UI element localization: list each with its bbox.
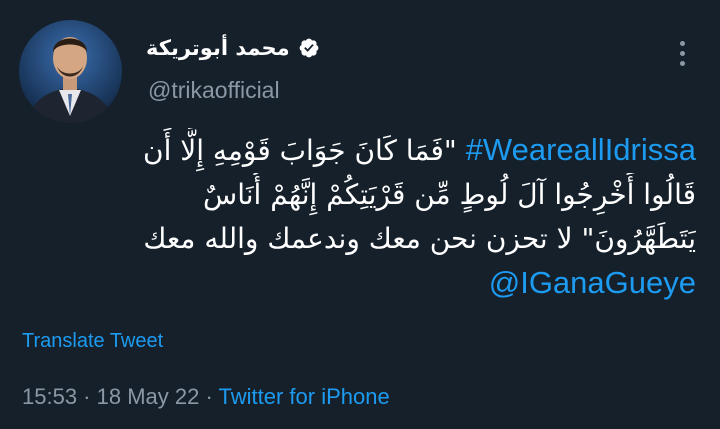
tweet-text-line-1: "فَمَا كَانَ جَوَابَ قَوْمِهِ إِلَّا أَن: [143, 134, 457, 167]
tweet-time[interactable]: 15:53: [22, 384, 77, 409]
tweet-text: #WeareallIdrissa "فَمَا كَانَ جَوَابَ قَ…: [20, 128, 696, 306]
hashtag-link[interactable]: #WeareallIdrissa: [466, 132, 696, 167]
profile-photo: [19, 20, 122, 123]
more-options-icon[interactable]: [672, 36, 694, 72]
tweet-line-1: #WeareallIdrissa "فَمَا كَانَ جَوَابَ قَ…: [20, 128, 696, 173]
meta-separator: ·: [77, 384, 97, 409]
tweet-line-2: قَالُوا أَخْرِجُوا آلَ لُوطٍ مِّن قَرْيَ…: [203, 178, 696, 211]
tweet-metadata: 15:53 · 18 May 22 · Twitter for iPhone: [22, 384, 390, 410]
tweet-card: محمد أبوتريكة @trikaofficial #WeareallId…: [0, 0, 720, 429]
author-handle[interactable]: @trikaofficial: [148, 77, 280, 104]
tweet-date[interactable]: 18 May 22: [97, 384, 200, 409]
avatar[interactable]: [19, 20, 122, 123]
tweet-source-link[interactable]: Twitter for iPhone: [219, 384, 390, 409]
display-name[interactable]: محمد أبوتريكة: [146, 36, 290, 60]
tweet-line-3: يَتَطَهَّرُونَ" لا تحزن نحن معك وندعمك و…: [143, 222, 696, 255]
author-name-row[interactable]: محمد أبوتريكة: [146, 36, 320, 60]
meta-separator: ·: [199, 384, 219, 409]
translate-tweet-link[interactable]: Translate Tweet: [22, 330, 163, 353]
mention-link[interactable]: @IGanaGueye: [489, 265, 696, 300]
tweet-line-4: @IGanaGueye: [20, 261, 696, 306]
verified-badge-icon: [298, 37, 320, 59]
